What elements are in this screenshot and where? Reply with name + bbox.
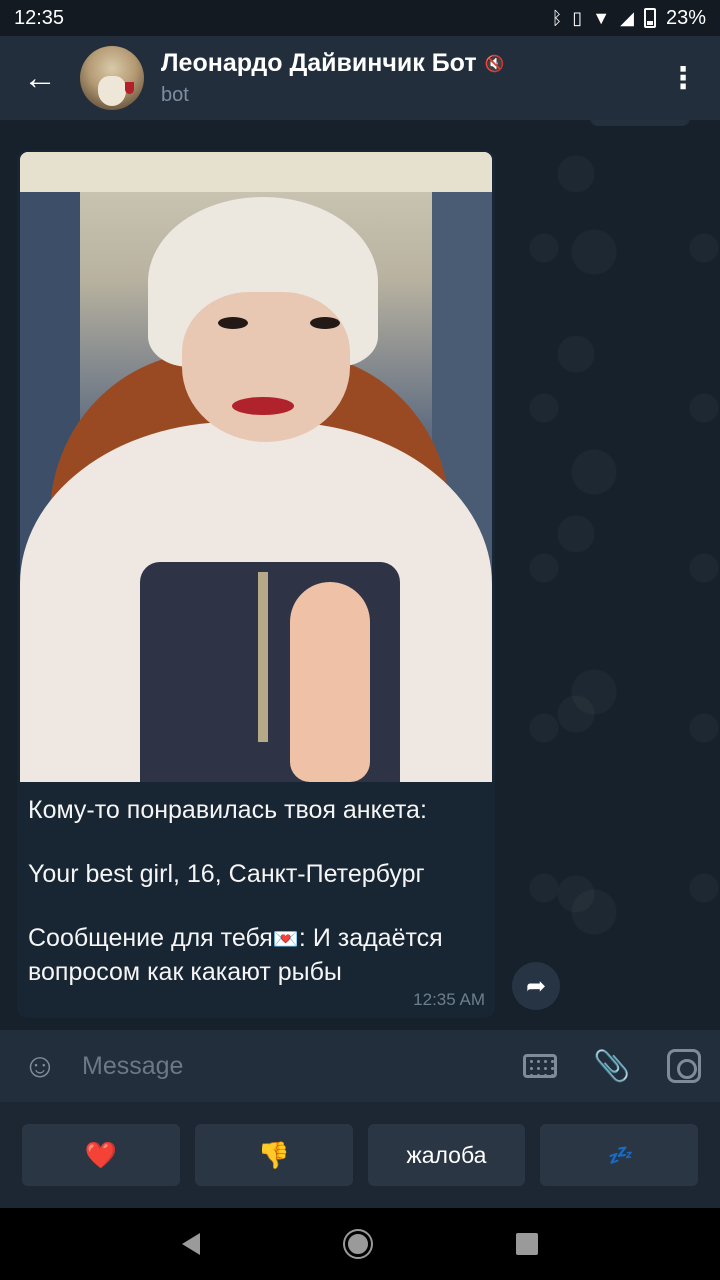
- message-photo[interactable]: [20, 152, 492, 782]
- wifi-icon: ▼: [592, 8, 611, 28]
- vibrate-icon: ▯: [572, 8, 583, 28]
- avatar-wine-glass: [125, 82, 134, 94]
- message-bubble[interactable]: Кому-то понравилась твоя анкета: Your be…: [17, 150, 495, 1018]
- photo-eye: [310, 317, 340, 329]
- message-text: Кому-то понравилась твоя анкета: Your be…: [28, 794, 488, 988]
- photo-face: [182, 292, 350, 442]
- status-icons: ᛒ ▯ ▼ ◢ 23%: [552, 7, 706, 30]
- mute-icon: 🔇: [484, 55, 505, 73]
- forward-button[interactable]: ➦: [512, 962, 560, 1010]
- previous-message-time-badge: [590, 120, 690, 126]
- more-options-button[interactable]: ⋮: [646, 36, 720, 120]
- status-time: 12:35: [14, 6, 65, 29]
- photo-thumb: [290, 582, 370, 782]
- bot-keyboard: ❤️ 👎 жалоба 💤: [0, 1102, 720, 1208]
- avatar[interactable]: [80, 46, 144, 110]
- zzz-icon: 💤: [606, 1144, 632, 1167]
- nav-recents-icon[interactable]: [515, 1233, 538, 1255]
- message-line-2: Your best girl, 16, Санкт-Петербург: [28, 860, 425, 888]
- message-time: 12:35 AM: [413, 990, 485, 1009]
- emoji-button[interactable]: ☺: [0, 1030, 80, 1102]
- status-bar: 12:35 ᛒ ▯ ▼ ◢ 23%: [0, 0, 720, 36]
- paperclip-icon: 📎: [593, 1049, 631, 1083]
- dislike-button[interactable]: 👎: [194, 1124, 353, 1186]
- photo-eye: [218, 317, 248, 329]
- system-nav-bar: [0, 1208, 720, 1280]
- battery-icon: [643, 8, 656, 28]
- heart-icon: ❤️: [84, 1139, 118, 1170]
- like-button[interactable]: ❤️: [22, 1124, 180, 1186]
- chat-title: Леонардо Дайвинчик Бот: [161, 49, 477, 77]
- photo-ceiling: [20, 152, 492, 192]
- chat-title-block[interactable]: Леонардо Дайвинчик Бот 🔇 bot: [161, 49, 646, 107]
- chat-area[interactable]: Кому-то понравилась твоя анкета: Your be…: [0, 120, 720, 1030]
- nav-home-icon[interactable]: [344, 1231, 371, 1257]
- love-letter-emoji: 💌: [272, 928, 299, 951]
- message-input[interactable]: [80, 1030, 504, 1102]
- photo-zipper: [258, 572, 268, 742]
- chat-header: ← Леонардо Дайвинчик Бот 🔇 bot ⋮: [0, 36, 720, 120]
- chat-subtitle: bot: [161, 84, 189, 106]
- forward-icon: ➦: [525, 972, 547, 1000]
- message-line-1: Кому-то понравилась твоя анкета:: [28, 796, 427, 824]
- back-button[interactable]: ←: [0, 36, 80, 120]
- more-vert-icon: ⋮: [668, 61, 698, 95]
- smile-icon: ☺: [22, 1046, 58, 1085]
- message-line-3-prefix: Сообщение для тебя: [28, 924, 273, 952]
- bot-keyboard-toggle-button[interactable]: [504, 1030, 576, 1102]
- battery-percent: 23%: [665, 6, 706, 29]
- attach-button[interactable]: 📎: [576, 1030, 648, 1102]
- thumbs-down-icon: 👎: [257, 1139, 290, 1170]
- report-button[interactable]: жалоба: [367, 1124, 526, 1186]
- sleep-button[interactable]: 💤: [540, 1124, 698, 1186]
- back-arrow-icon: ←: [23, 58, 57, 97]
- camera-button[interactable]: [648, 1030, 720, 1102]
- photo-lips: [232, 397, 294, 415]
- nav-back-icon[interactable]: [182, 1233, 201, 1255]
- camera-icon: [667, 1049, 701, 1083]
- bluetooth-icon: ᛒ: [551, 8, 563, 28]
- message-input-bar: ☺ 📎: [0, 1030, 720, 1102]
- signal-icon: ◢: [620, 8, 634, 28]
- keyboard-icon: [523, 1054, 557, 1078]
- report-label: жалоба: [406, 1141, 487, 1168]
